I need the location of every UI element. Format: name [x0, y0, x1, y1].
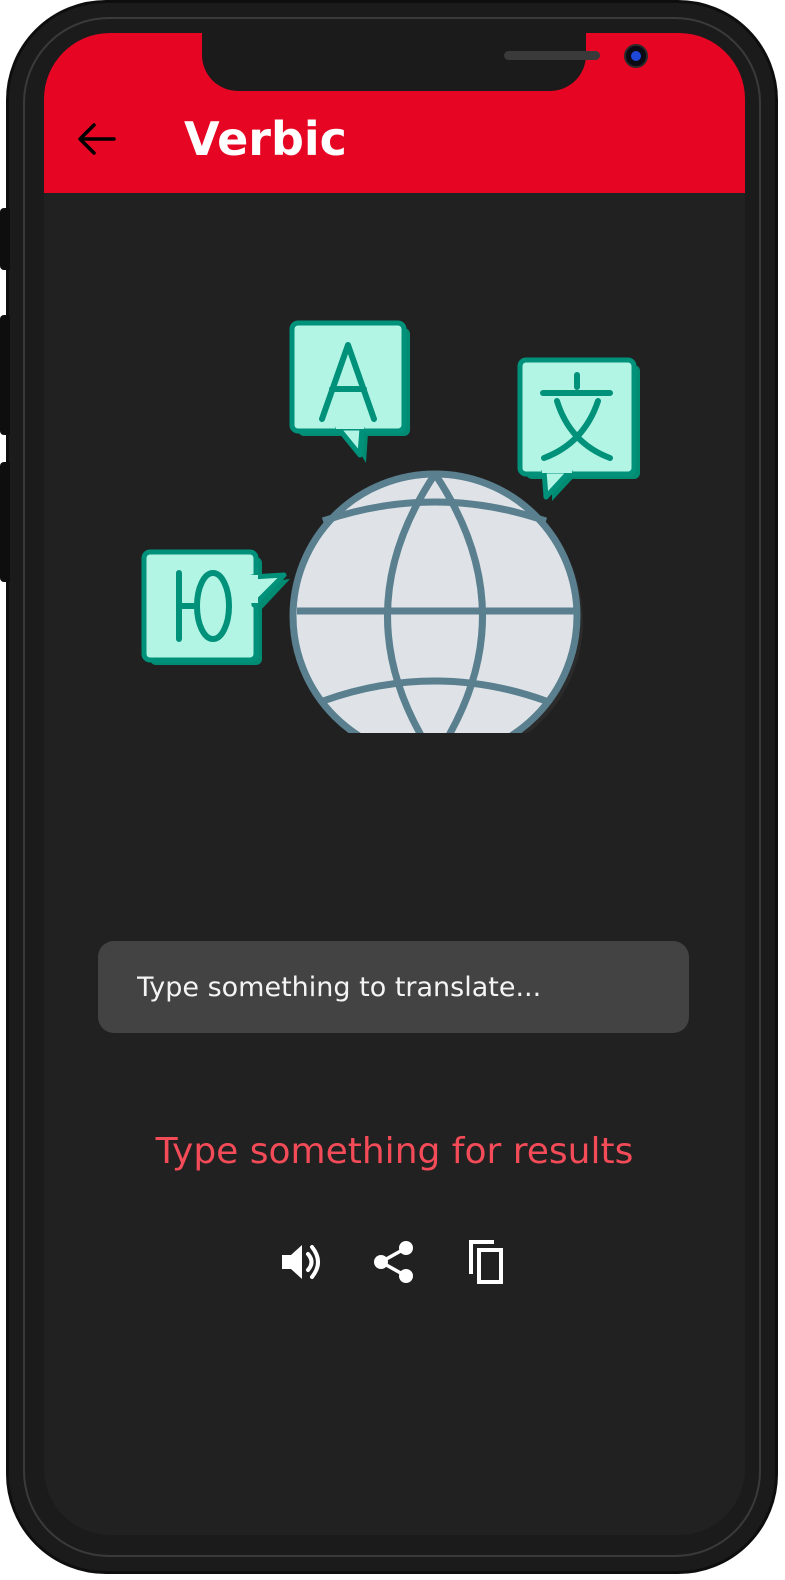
front-camera — [624, 44, 648, 68]
speak-button[interactable] — [274, 1236, 326, 1288]
volume-up-icon — [282, 1245, 320, 1279]
translate-input[interactable] — [98, 941, 689, 1033]
copy-icon — [469, 1240, 503, 1284]
speech-bubble-latin-a-icon — [289, 320, 410, 463]
copy-button[interactable] — [462, 1236, 514, 1288]
arrow-left-icon — [78, 123, 116, 155]
app-screen: Verbic Type something to translate... Ty… — [44, 33, 745, 1535]
translate-input-container — [98, 941, 689, 1033]
earpiece-speaker — [504, 51, 600, 60]
side-button-volume-down — [0, 462, 10, 582]
share-button[interactable] — [368, 1236, 420, 1288]
app-bar: Verbic — [44, 33, 745, 193]
notch — [202, 33, 648, 91]
share-icon — [374, 1241, 413, 1283]
translation-illustration — [141, 320, 640, 733]
globe-icon — [289, 470, 583, 733]
speech-bubble-chinese-icon — [517, 357, 640, 501]
result-text: Type something for results — [155, 1131, 634, 1172]
page-title: Verbic — [184, 112, 347, 166]
speech-bubble-cyrillic-icon — [141, 549, 290, 665]
back-button[interactable] — [74, 119, 122, 159]
action-bar — [274, 1236, 514, 1292]
side-button-volume-up — [0, 315, 10, 435]
side-button-mute — [0, 208, 10, 270]
